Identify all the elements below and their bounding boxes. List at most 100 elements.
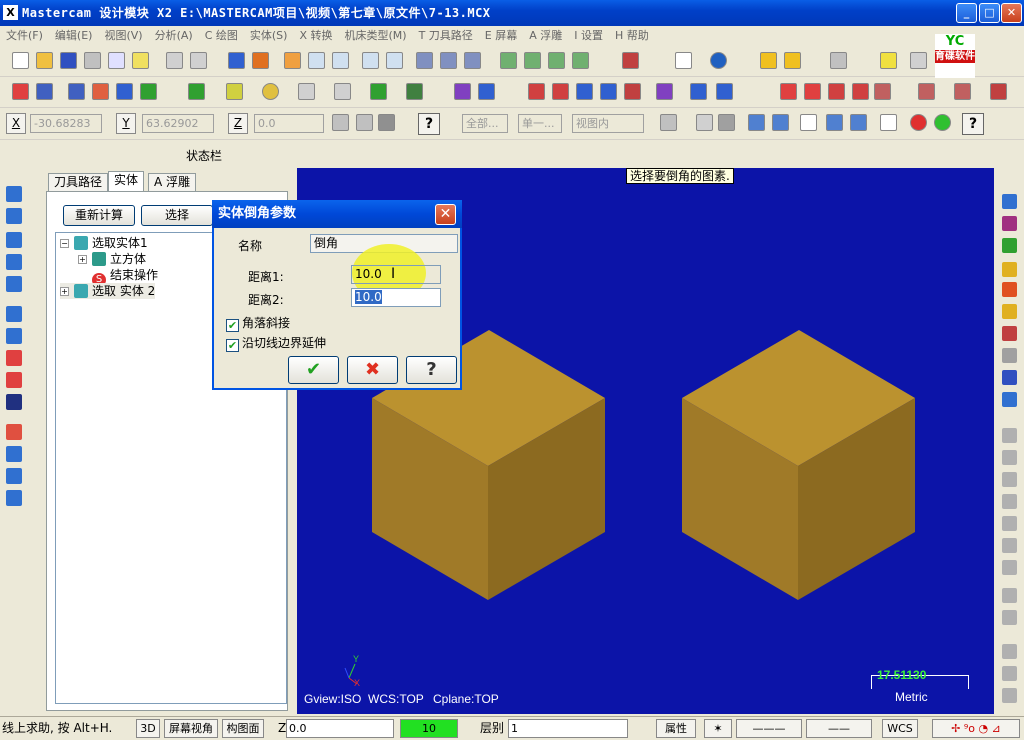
plus-icon[interactable]	[1002, 428, 1017, 443]
point-style-select[interactable]: ✶	[704, 719, 732, 738]
bracket-icon[interactable]	[1002, 494, 1017, 509]
menu-edit[interactable]: 编辑(E)	[49, 26, 99, 46]
menu-settings[interactable]: I 设置	[568, 26, 609, 46]
roll-icon[interactable]	[624, 83, 641, 100]
cancel-button[interactable]: ✖	[347, 356, 398, 384]
disk-icon[interactable]	[1002, 370, 1017, 385]
blocks-icon[interactable]	[690, 83, 707, 100]
x-coord-label[interactable]: X	[6, 113, 26, 134]
offset-icon[interactable]	[528, 83, 545, 100]
menu-create[interactable]: C 绘图	[199, 26, 244, 46]
menu-screen[interactable]: E 屏幕	[479, 26, 523, 46]
rectangle-icon[interactable]	[298, 83, 315, 100]
selection-help-button[interactable]: ?	[962, 113, 984, 135]
wireframe-icon[interactable]	[500, 52, 517, 69]
collapse-icon[interactable]: −	[60, 239, 69, 248]
level-field[interactable]: 1	[508, 719, 628, 738]
z-coord-label[interactable]: Z	[228, 113, 248, 134]
help-button[interactable]: ?	[406, 356, 457, 384]
undo-icon[interactable]	[166, 52, 183, 69]
translucent-icon[interactable]	[572, 52, 589, 69]
shaded-icon[interactable]	[548, 52, 565, 69]
cube-red-icon[interactable]	[1002, 326, 1017, 341]
line-width-select[interactable]: ——	[806, 719, 872, 738]
expand-icon[interactable]: +	[78, 255, 87, 264]
arc-icon[interactable]	[6, 232, 22, 248]
distance-2-field[interactable]: 10.0	[351, 288, 441, 307]
save-as-icon[interactable]	[1002, 216, 1017, 231]
planes-icon[interactable]	[675, 52, 692, 69]
tree-node-solid-2[interactable]: + 选取 实体 2	[60, 283, 156, 299]
recalculate-button[interactable]: 重新计算	[63, 205, 135, 226]
project-icon[interactable]	[656, 83, 673, 100]
gview-front-icon[interactable]	[440, 52, 457, 69]
level-2-icon[interactable]	[1002, 194, 1017, 209]
lines-icon[interactable]	[804, 83, 821, 100]
fit-icon[interactable]	[284, 52, 301, 69]
table-icon[interactable]	[780, 83, 797, 100]
sphere-grey-icon[interactable]	[1002, 538, 1017, 553]
zoom-out-icon[interactable]	[332, 52, 349, 69]
z-depth-field[interactable]: 0.0	[286, 719, 394, 738]
z-coord-field[interactable]: 0.0	[254, 114, 324, 133]
rotate-icon[interactable]	[478, 83, 495, 100]
attributes-button[interactable]: 属性	[656, 719, 696, 738]
zoom-window-icon[interactable]	[308, 52, 325, 69]
zoom-in-icon[interactable]	[362, 52, 379, 69]
list-icon[interactable]	[140, 83, 157, 100]
shape-icon[interactable]	[1002, 644, 1017, 659]
open-file-icon[interactable]	[36, 52, 53, 69]
pointer-icon[interactable]	[696, 114, 713, 131]
revolve-icon[interactable]	[6, 350, 22, 366]
checkbox-check-icon[interactable]: ✔	[226, 339, 239, 352]
body-select-icon[interactable]	[826, 114, 843, 131]
box-select-icon[interactable]	[718, 114, 735, 131]
extrude-icon[interactable]	[406, 83, 423, 100]
tools-icon[interactable]	[874, 83, 891, 100]
arrows-up-icon[interactable]	[880, 52, 897, 69]
shell-icon[interactable]	[6, 446, 22, 462]
select-button[interactable]: 选择	[141, 205, 213, 226]
stretch-icon[interactable]	[600, 83, 617, 100]
sum-icon[interactable]	[116, 83, 133, 100]
hidden-line-icon[interactable]	[524, 52, 541, 69]
tab-art[interactable]: A 浮雕	[148, 173, 197, 191]
tangent-propagate-checkbox[interactable]: ✔ 沿切线边界延伸	[226, 336, 326, 352]
pencil-icon[interactable]	[760, 52, 777, 69]
folder-icon[interactable]	[1002, 262, 1017, 277]
square-icon[interactable]	[6, 306, 22, 322]
menu-file[interactable]: 文件(F)	[0, 26, 49, 46]
print-icon[interactable]	[84, 52, 101, 69]
cancel-select-icon[interactable]	[910, 114, 927, 131]
gview-top-icon[interactable]	[416, 52, 433, 69]
paste-icon[interactable]	[1002, 610, 1017, 625]
dialog-close-button[interactable]: ✕	[435, 204, 456, 225]
menu-view[interactable]: 视图(V)	[98, 26, 148, 46]
save-icon[interactable]	[60, 52, 77, 69]
point-icon[interactable]	[188, 83, 205, 100]
new-file-icon[interactable]	[12, 52, 29, 69]
maximize-button[interactable]: □	[979, 3, 1000, 23]
spring-icon[interactable]	[1002, 560, 1017, 575]
checkbox-check-icon[interactable]: ✔	[226, 319, 239, 332]
eraser-icon[interactable]	[6, 372, 22, 388]
selection-mode-icon[interactable]	[660, 114, 677, 131]
select-single-button[interactable]: 单一...	[518, 114, 562, 133]
menu-xform[interactable]: X 转换	[293, 26, 338, 46]
redo-icon[interactable]	[190, 52, 207, 69]
menu-help[interactable]: H 帮助	[609, 26, 655, 46]
fast-point-icon[interactable]	[332, 114, 349, 131]
x-coord-field[interactable]: -30.68283	[30, 114, 102, 133]
diagonal-icon[interactable]	[1002, 450, 1017, 465]
down-arrow-icon[interactable]	[6, 254, 22, 270]
chamfer-icon[interactable]	[92, 83, 109, 100]
box-icon[interactable]	[6, 394, 22, 410]
up-side-icon[interactable]	[1002, 392, 1017, 407]
autocursor-help-button[interactable]: ?	[418, 113, 440, 135]
mark-icon[interactable]	[828, 83, 845, 100]
undo-side-icon[interactable]	[1002, 348, 1017, 363]
stack-icon[interactable]	[1002, 688, 1017, 703]
select-all-button[interactable]: 全部...	[462, 114, 508, 133]
tree-node-solid-1[interactable]: − 选取实体1	[60, 235, 148, 251]
y-coord-label[interactable]: Y	[116, 113, 136, 134]
